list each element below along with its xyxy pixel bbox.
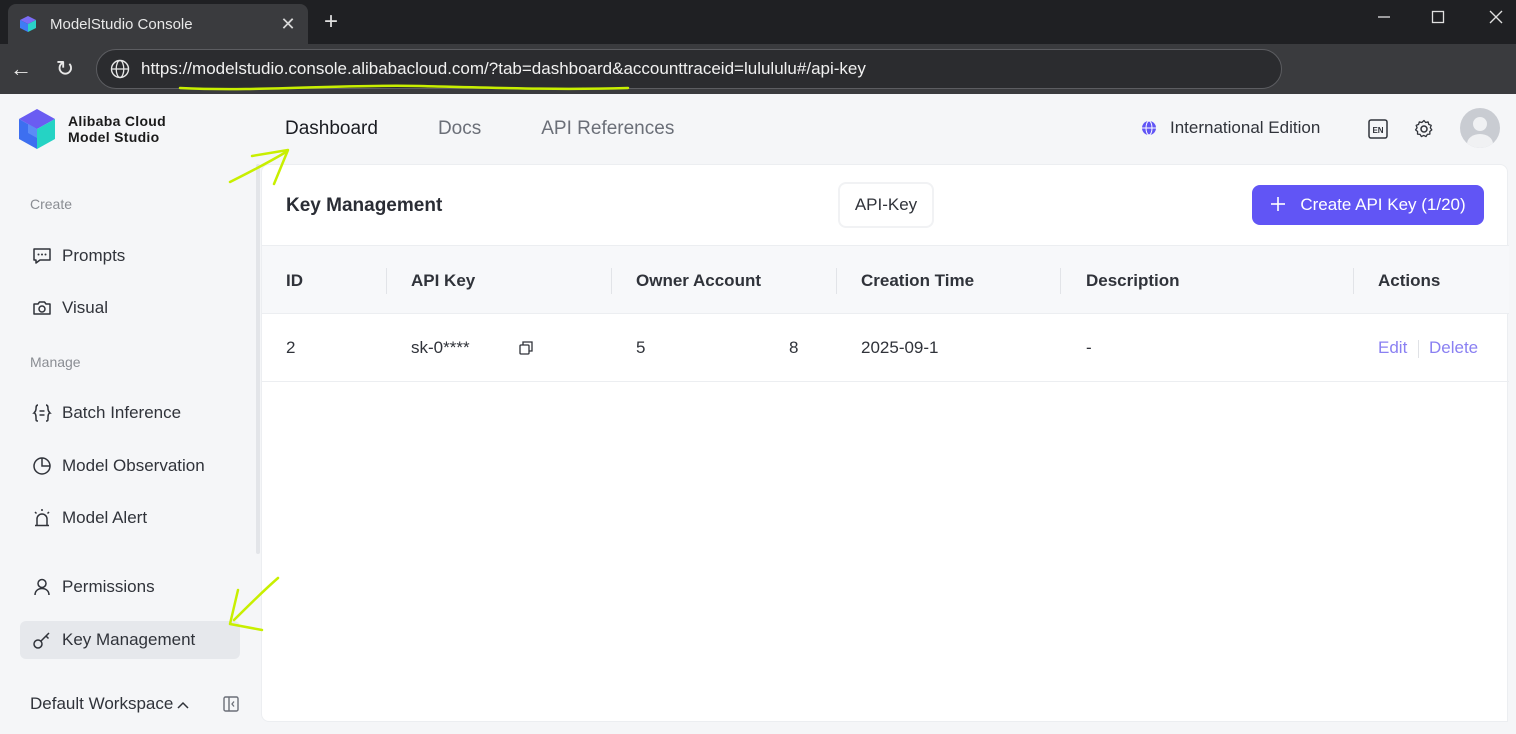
column-divider[interactable] [611, 268, 612, 294]
brand-logo[interactable]: Alibaba Cloud Model Studio [18, 108, 166, 150]
sidebar-item-prompts[interactable]: Prompts [20, 237, 240, 275]
api-key-tab[interactable]: API-Key [838, 182, 934, 228]
sidebar-item-label: Model Observation [62, 456, 205, 475]
new-tab-button[interactable]: + [318, 8, 344, 36]
user-icon [32, 577, 52, 597]
tab-dashboard[interactable]: Dashboard [285, 118, 378, 140]
brand-line-1: Alibaba Cloud [68, 113, 167, 129]
edit-link[interactable]: Edit [1378, 314, 1407, 382]
cell-description: - [1086, 338, 1092, 357]
section-label-create: Create [30, 196, 73, 212]
sidebar-item-label: Visual [62, 298, 108, 317]
braces-icon [32, 403, 52, 423]
column-divider[interactable] [836, 268, 837, 294]
model-studio-logo-icon [19, 109, 55, 149]
table-row: 2 sk-0**** 5 8 2025-09-1 - Edit Delete [262, 314, 1509, 382]
reload-button[interactable]: ↻ [50, 54, 80, 84]
sidebar-item-label: Model Alert [62, 508, 148, 527]
url-text[interactable]: https://modelstudio.console.alibabacloud… [141, 59, 866, 79]
column-header-creation-time: Creation Time [861, 271, 975, 290]
column-divider[interactable] [1353, 268, 1354, 294]
create-api-key-label: Create API Key (1/20) [1300, 195, 1466, 214]
tab-docs[interactable]: Docs [438, 118, 481, 140]
sidebar-item-label: Permissions [62, 577, 155, 596]
close-tab-icon[interactable]: ✕ [278, 14, 298, 35]
language-icon[interactable]: EN [1367, 118, 1389, 140]
user-avatar[interactable] [1460, 108, 1500, 148]
alarm-icon [32, 508, 52, 528]
cell-owner-account-start: 5 [636, 338, 646, 357]
sidebar-item-visual[interactable]: Visual [20, 289, 240, 327]
chevron-up-icon [177, 697, 189, 712]
sidebar-item-model-alert[interactable]: Model Alert [20, 499, 240, 537]
brand-line-2: Model Studio [68, 129, 160, 145]
sidebar-item-batch-inference[interactable]: Batch Inference [20, 394, 240, 432]
chat-icon [32, 246, 52, 266]
language-icon-text: EN [1372, 126, 1383, 135]
console-page: Alibaba Cloud Model Studio Create Prompt… [0, 94, 1516, 734]
page-title: Key Management [286, 195, 443, 216]
workspace-name: Default Workspace [30, 694, 174, 713]
camera-icon [32, 298, 52, 318]
brand-name: Alibaba Cloud Model Studio [68, 113, 166, 145]
create-api-key-button[interactable]: Create API Key (1/20) [1252, 185, 1484, 225]
address-bar[interactable]: https://modelstudio.console.alibabacloud… [96, 49, 1282, 89]
sidebar: Alibaba Cloud Model Studio Create Prompt… [0, 94, 256, 734]
sidebar-item-label: Key Management [62, 630, 196, 649]
cell-owner-account-end: 8 [789, 338, 799, 357]
address-bar-row: ← ↻ https://modelstudio.console.alibabac… [0, 44, 1516, 94]
delete-link[interactable]: Delete [1429, 314, 1478, 382]
copy-icon[interactable] [518, 340, 534, 356]
browser-tab[interactable]: ModelStudio Console ✕ [8, 4, 308, 44]
url-scheme: https:// [141, 59, 193, 78]
column-header-owner-account: Owner Account [636, 271, 761, 290]
back-button[interactable]: ← [6, 54, 36, 84]
sidebar-item-label: Prompts [62, 246, 126, 265]
tab-title: ModelStudio Console [50, 15, 193, 33]
key-icon [32, 630, 52, 650]
actions-divider [1418, 340, 1419, 358]
sidebar-item-key-management[interactable]: Key Management [20, 621, 240, 659]
edition-selector[interactable]: International Edition [1140, 118, 1320, 138]
section-label-manage: Manage [30, 354, 81, 370]
column-header-id: ID [286, 271, 303, 290]
sidebar-scrollbar[interactable] [256, 164, 260, 554]
top-nav: Dashboard Docs API References [285, 118, 734, 140]
sidebar-item-permissions[interactable]: Permissions [20, 568, 240, 606]
settings-gear-icon[interactable] [1413, 118, 1435, 140]
tab-api-references[interactable]: API References [541, 118, 674, 140]
close-window-icon[interactable] [1482, 6, 1510, 34]
modelstudio-favicon-icon [18, 14, 38, 34]
globe-icon[interactable] [109, 58, 131, 80]
minimize-icon[interactable] [1370, 6, 1398, 34]
cell-id: 2 [286, 338, 296, 357]
edition-label: International Edition [1170, 118, 1321, 137]
table-header: ID API Key Owner Account Creation Time D… [262, 245, 1509, 314]
column-header-description: Description [1086, 271, 1180, 290]
browser-tab-strip: ModelStudio Console ✕ + [0, 0, 1516, 44]
maximize-icon[interactable] [1424, 6, 1452, 34]
pie-chart-icon [32, 456, 52, 476]
cell-api-key: sk-0**** [411, 338, 470, 357]
sidebar-item-label: Batch Inference [62, 403, 182, 422]
url-path: /?tab=dashboard&accounttraceid=lulululu#… [484, 59, 866, 78]
column-divider[interactable] [1060, 268, 1061, 294]
key-management-panel: Key Management API-Key Create API Key (1… [261, 164, 1509, 722]
cell-creation-time: 2025-09-1 [861, 338, 939, 357]
column-header-actions: Actions [1378, 271, 1441, 290]
sidebar-item-model-observation[interactable]: Model Observation [20, 447, 240, 485]
collapse-sidebar-icon[interactable] [222, 695, 240, 713]
workspace-switcher[interactable]: Default Workspace [30, 692, 240, 716]
plus-icon [1270, 195, 1286, 215]
url-host: modelstudio.console.alibabacloud.com [192, 59, 485, 78]
column-divider[interactable] [386, 268, 387, 294]
column-header-api-key: API Key [411, 271, 476, 290]
globe-icon [1140, 119, 1158, 137]
